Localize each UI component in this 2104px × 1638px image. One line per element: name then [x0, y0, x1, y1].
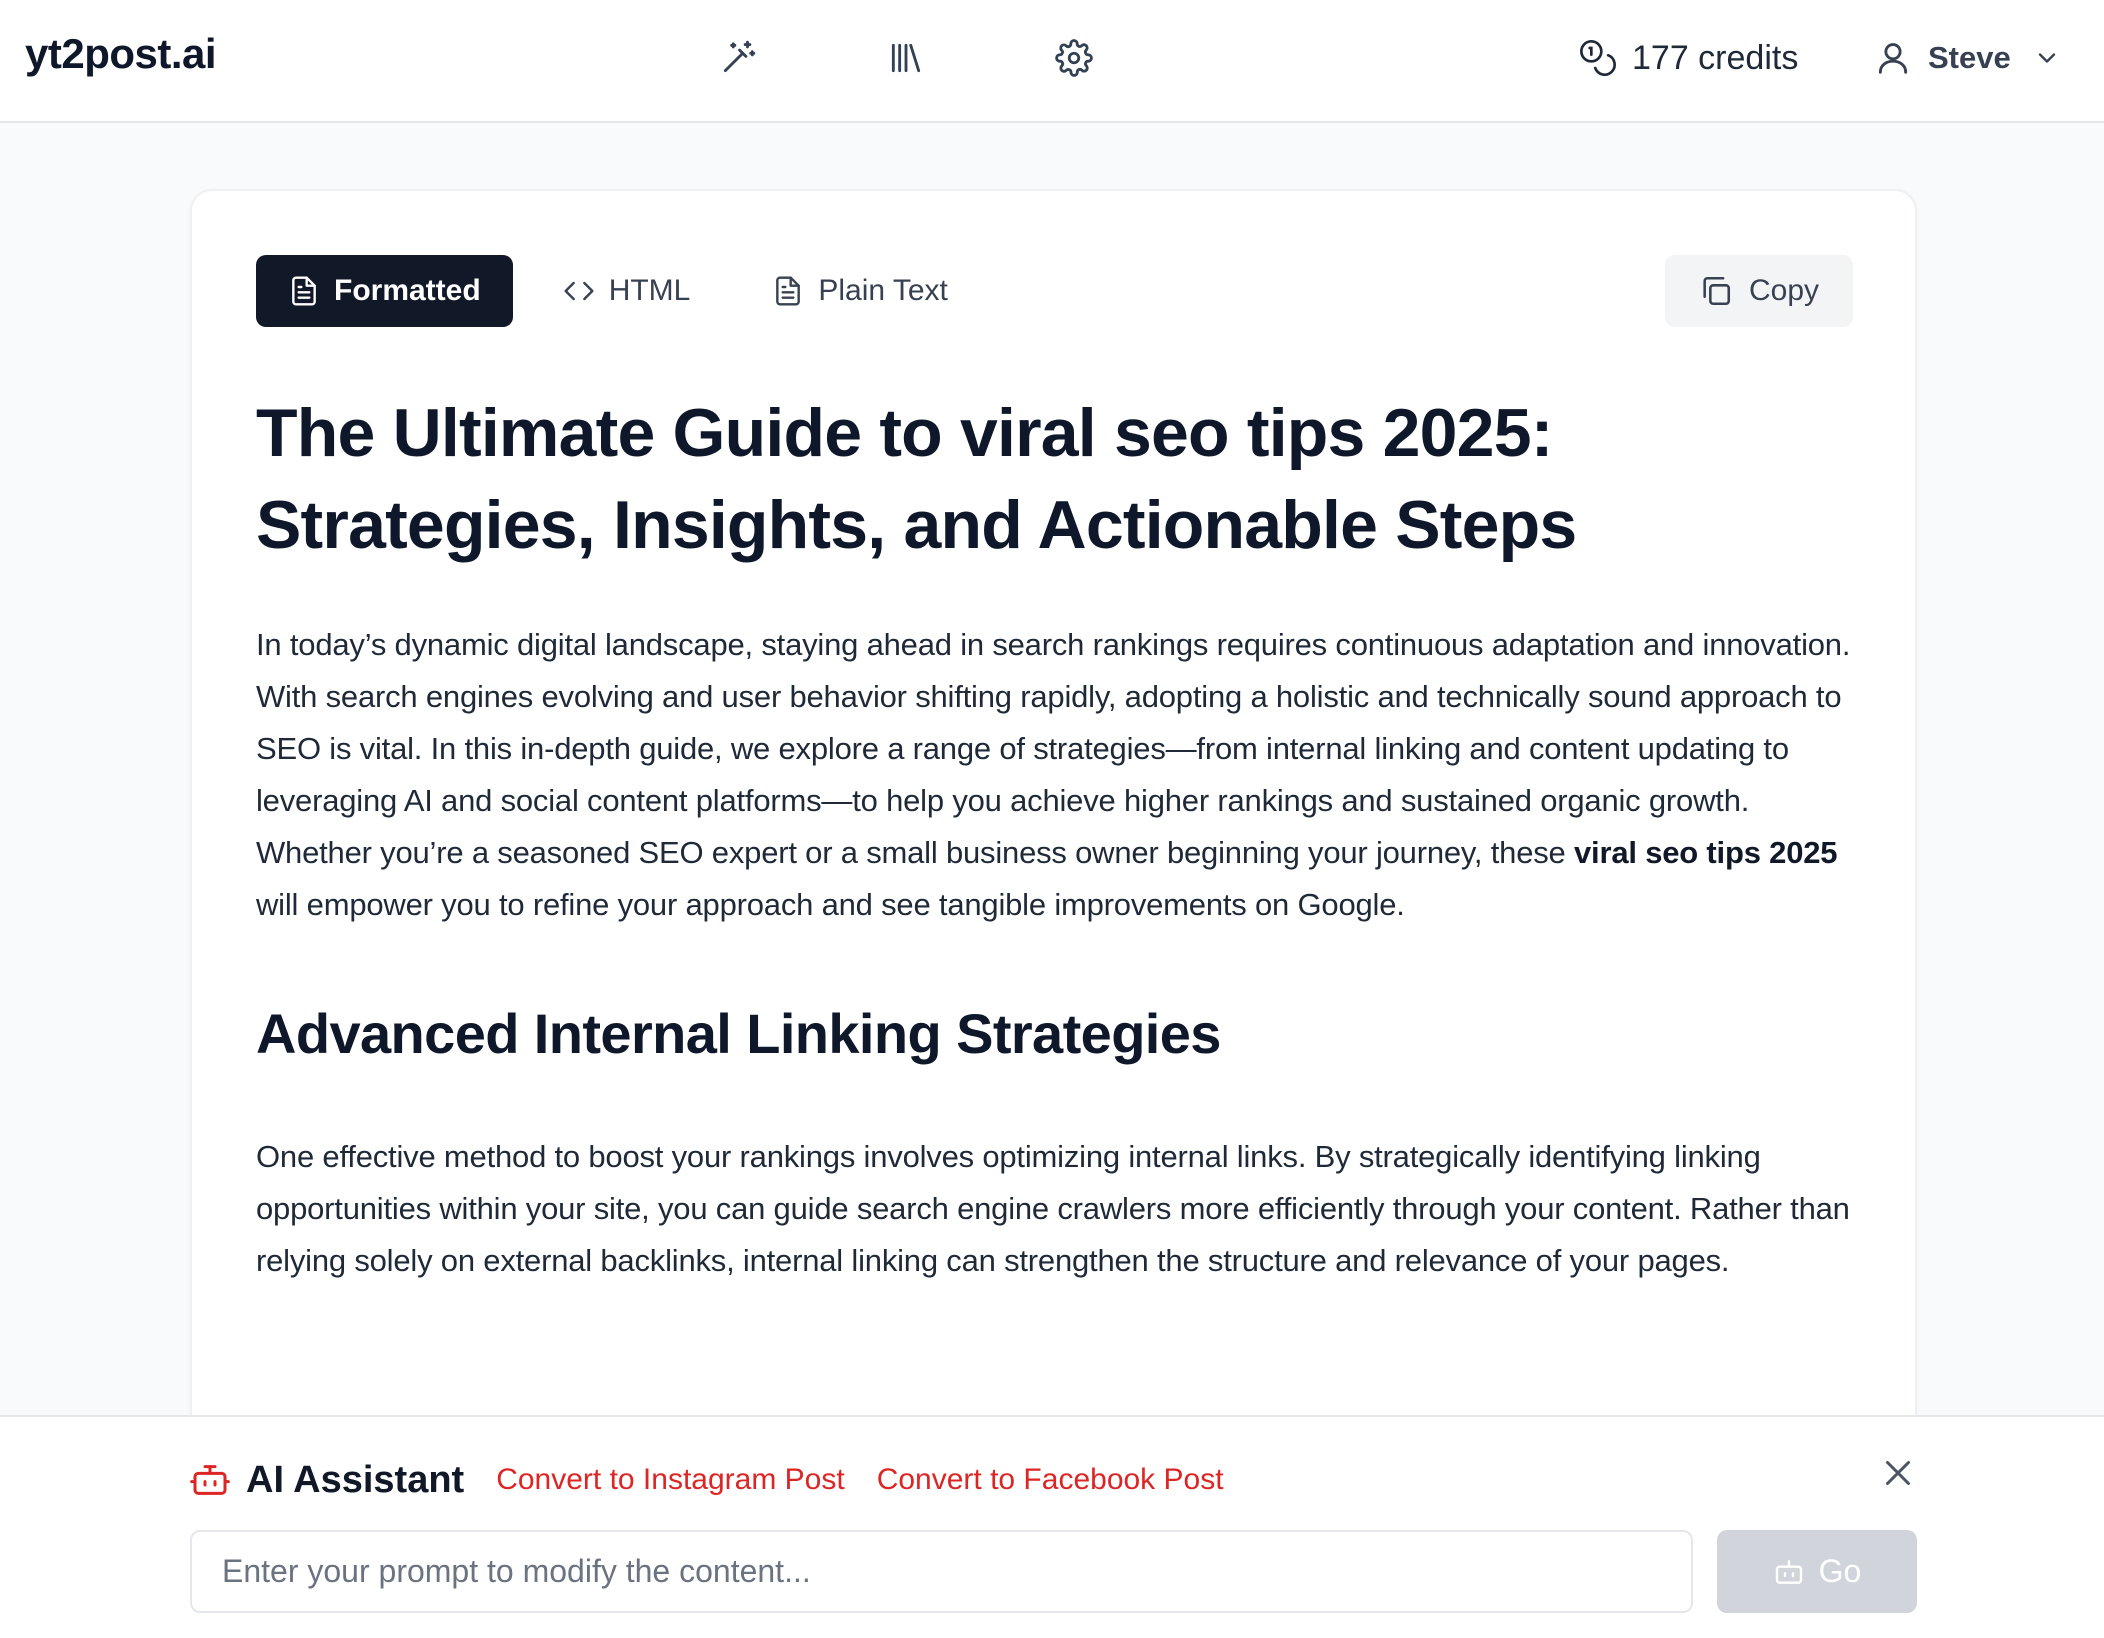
- section-paragraph: One effective method to boost your ranki…: [256, 1139, 1850, 1278]
- tab-label: Plain Text: [818, 274, 948, 307]
- user-icon: [1878, 43, 1908, 74]
- library-icon[interactable]: [886, 38, 926, 78]
- document-icon: [292, 276, 316, 306]
- tab-formatted[interactable]: Formatted: [256, 255, 513, 327]
- tab-plain-text[interactable]: Plain Text: [740, 255, 980, 327]
- intro-keyword: viral seo tips 2025: [1574, 835, 1838, 870]
- settings-icon[interactable]: [1054, 38, 1094, 78]
- robot-icon: [190, 1460, 230, 1500]
- credits-count: 177 credits: [1632, 38, 1799, 77]
- intro-text-end: will empower you to refine your approach…: [256, 887, 1405, 922]
- close-icon[interactable]: [1878, 1453, 1918, 1493]
- section-heading: Advanced Internal Linking Strategies: [256, 1002, 1221, 1065]
- magic-wand-icon[interactable]: [718, 38, 758, 78]
- assistant-header: AI Assistant Convert to Instagram Post C…: [190, 1455, 1256, 1505]
- robot-icon: [1775, 1559, 1802, 1584]
- text-file-icon: [776, 276, 801, 306]
- user-menu[interactable]: Steve: [1874, 36, 2061, 80]
- go-button[interactable]: Go: [1717, 1530, 1917, 1613]
- copy-button[interactable]: Copy: [1665, 255, 1853, 327]
- coins-icon: [1580, 40, 1616, 76]
- go-label: Go: [1818, 1553, 1862, 1589]
- user-name: Steve: [1928, 40, 2011, 75]
- intro-text: In today’s dynamic digital landscape, st…: [256, 627, 1851, 870]
- ai-assistant-panel: AI Assistant Convert to Instagram Post C…: [0, 1415, 2104, 1638]
- credits-display: 177 credits: [1578, 36, 1798, 80]
- app-logo[interactable]: yt2post.ai: [25, 30, 217, 78]
- tab-label: HTML: [608, 274, 691, 307]
- format-tabs: Formatted HTML Plain Text: [256, 255, 980, 327]
- tab-html[interactable]: HTML: [531, 255, 723, 327]
- convert-instagram-link[interactable]: Convert to Instagram Post: [496, 1463, 845, 1497]
- copy-label: Copy: [1748, 274, 1820, 307]
- chevron-down-icon: [2038, 53, 2055, 63]
- code-icon: [564, 281, 594, 301]
- intro-paragraph: In today’s dynamic digital landscape, st…: [256, 619, 1856, 931]
- assistant-title: AI Assistant: [246, 1458, 465, 1501]
- title-line-1: The Ultimate Guide to viral seo tips 202…: [256, 395, 1553, 471]
- convert-facebook-link[interactable]: Convert to Facebook Post: [877, 1463, 1224, 1497]
- title-line-2: Strategies, Insights, and Actionable Ste…: [256, 487, 1577, 563]
- tab-label: Formatted: [334, 274, 481, 307]
- prompt-input[interactable]: [190, 1530, 1693, 1613]
- copy-icon: [1703, 276, 1730, 306]
- content-card: Formatted HTML Plain Text Copy The Ultim…: [190, 189, 1917, 1489]
- top-navigation-bar: yt2post.ai 177 credits Steve: [0, 0, 2104, 123]
- article-content: The Ultimate Guide to viral seo tips 202…: [256, 387, 1856, 1287]
- article-title: The Ultimate Guide to viral seo tips 202…: [256, 387, 1856, 571]
